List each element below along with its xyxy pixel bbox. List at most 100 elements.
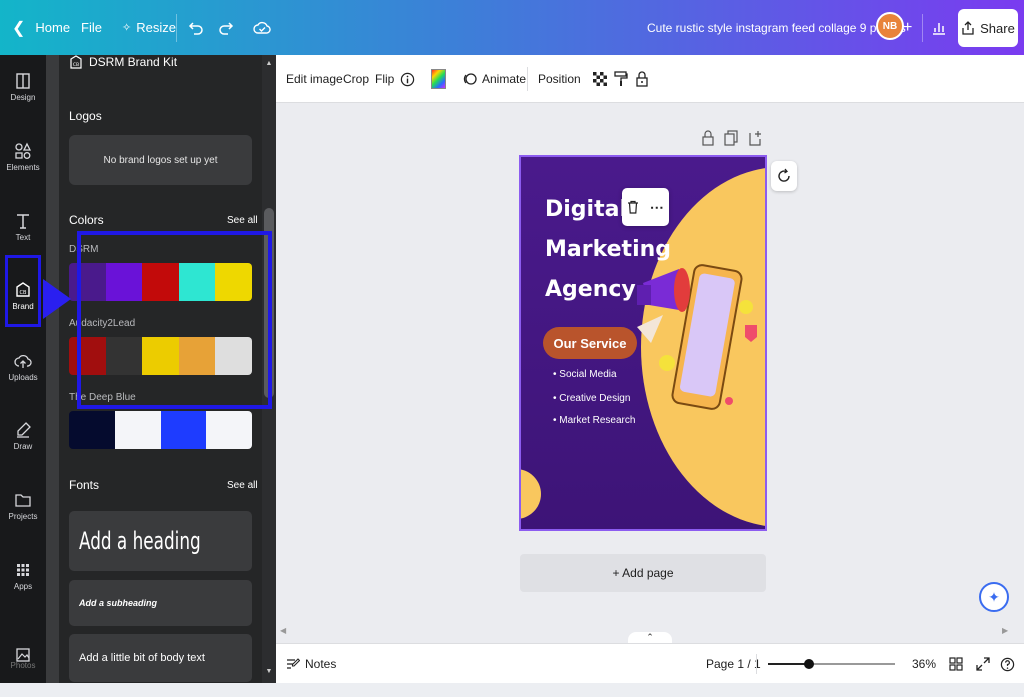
apps-icon [17,564,29,576]
document-title[interactable]: Cute rustic style instagram feed collage… [647,0,906,55]
zoom-level[interactable]: 36% [912,644,936,684]
fonts-see-all-link[interactable]: See all [227,480,258,491]
info-button[interactable] [400,55,415,103]
color-swatch[interactable] [160,411,207,449]
notes-button[interactable]: Notes [286,644,336,684]
undo-button[interactable] [188,0,204,55]
draw-icon [17,422,31,438]
flip-button[interactable]: Flip [375,55,394,103]
animate-button[interactable]: Animate [462,55,526,103]
lock-icon[interactable] [702,130,714,146]
headline-line-1[interactable]: Digital [545,197,627,222]
lock-button[interactable] [636,55,648,103]
home-label: Home [35,20,71,35]
rail-item-design[interactable]: Design [0,63,46,123]
scroll-up-arrow[interactable]: ▲ [264,60,274,68]
canvas-toolbar: Edit image Crop Flip Animate Position [276,55,1024,103]
fullscreen-button[interactable] [976,644,990,684]
bullet-item[interactable]: • Market Research [553,415,635,426]
rail-label: Text [15,233,31,242]
scroll-left-arrow[interactable]: ◀ [280,626,286,635]
share-button[interactable]: Share [958,9,1018,47]
position-button[interactable]: Position [538,55,581,103]
more-options-icon[interactable]: ⋯ [650,199,664,216]
highlight-brand-tab [5,255,41,327]
trash-icon[interactable] [627,200,639,214]
help-button[interactable] [1000,644,1015,684]
lock-icon [636,71,648,87]
grid-view-icon [949,657,963,671]
rail-item-uploads[interactable]: Uploads [0,343,46,403]
side-rail: Design Elements Text CB Brand Uploads Dr… [0,55,46,683]
logos-empty-state[interactable]: No brand logos set up yet [69,135,252,185]
scroll-right-arrow[interactable]: ▶ [1002,626,1008,635]
megaphone-phone-illustration[interactable] [633,253,763,413]
color-swatch[interactable] [114,411,161,449]
animate-label: Animate [482,72,527,86]
regenerate-button[interactable] [771,161,797,191]
rail-item-apps[interactable]: Apps [0,552,46,612]
elements-icon [15,142,32,159]
insights-button[interactable] [931,0,947,55]
add-page-icon[interactable] [748,130,762,146]
logos-title: Logos [69,109,102,123]
color-swatch[interactable] [206,411,252,449]
plus-icon: + [903,18,913,36]
redo-button[interactable] [218,0,234,55]
cloud-save-status[interactable] [253,0,271,55]
design-page[interactable]: Digital Marketing Agency Our Service • S… [519,155,767,531]
rail-item-photos[interactable]: Photos [0,637,46,697]
rail-item-draw[interactable]: Draw [0,412,46,472]
home-button[interactable]: ❮ Home [12,0,70,55]
color-picker-button[interactable] [431,55,446,103]
add-page-button[interactable]: + Add page [520,554,766,592]
notes-label: Notes [305,657,337,671]
rail-item-elements[interactable]: Elements [0,133,46,193]
edit-image-button[interactable]: Edit image [286,55,343,103]
zoom-slider-fill [768,663,809,665]
font-heading-label: Add a heading [79,527,201,555]
brand-kit-header[interactable]: CB DSRM Brand Kit [69,52,177,72]
share-icon [962,21,974,35]
font-body-card[interactable]: Add a little bit of body text [69,634,252,682]
rail-item-projects[interactable]: Projects [0,482,46,542]
grid-view-button[interactable] [949,644,963,684]
transparency-button[interactable] [593,55,607,103]
rail-label: Draw [13,442,33,451]
bullet-item[interactable]: • Creative Design [553,393,630,404]
page-indicator[interactable]: Page 1 / 1 [706,644,761,684]
zoom-slider[interactable] [768,659,895,669]
resize-button[interactable]: ✧ Resize [122,0,176,55]
zoom-slider-thumb[interactable] [804,659,814,669]
add-collaborator-button[interactable]: + [903,0,912,55]
cloud-check-icon [253,21,271,34]
copy-style-button[interactable] [614,55,628,103]
file-menu-button[interactable]: File [81,0,102,55]
rail-label: Design [10,93,36,102]
crop-button[interactable]: Crop [343,55,369,103]
rail-label: Elements [6,163,40,172]
refresh-sparkle-icon [778,168,790,182]
rail-label: Photos [10,661,36,670]
design-icon [16,73,30,89]
service-pill[interactable]: Our Service [543,327,637,359]
headline-line-3[interactable]: Agency [545,277,636,302]
colors-see-all-link[interactable]: See all [227,215,258,226]
font-subheading-card[interactable]: Add a subheading [69,580,252,626]
duplicate-page-icon[interactable] [724,130,738,146]
color-swatch[interactable] [69,411,115,449]
svg-text:CB: CB [73,62,79,68]
magic-assistant-button[interactable]: ✦ [979,582,1009,612]
text-icon [17,214,29,229]
bullet-item[interactable]: • Social Media [553,369,617,380]
font-heading-card[interactable]: Add a heading [69,511,252,571]
top-bar: ❮ Home File ✧ Resize Cute rustic style i… [0,0,1024,55]
page-actions [702,130,762,146]
service-label: Our Service [553,335,627,351]
rail-item-text[interactable]: Text [0,203,46,263]
scroll-down-arrow[interactable]: ▼ [264,668,274,676]
avatar[interactable]: NB [876,12,904,40]
notes-icon [287,658,300,669]
highlight-arrow [43,279,71,319]
info-icon [400,72,415,86]
